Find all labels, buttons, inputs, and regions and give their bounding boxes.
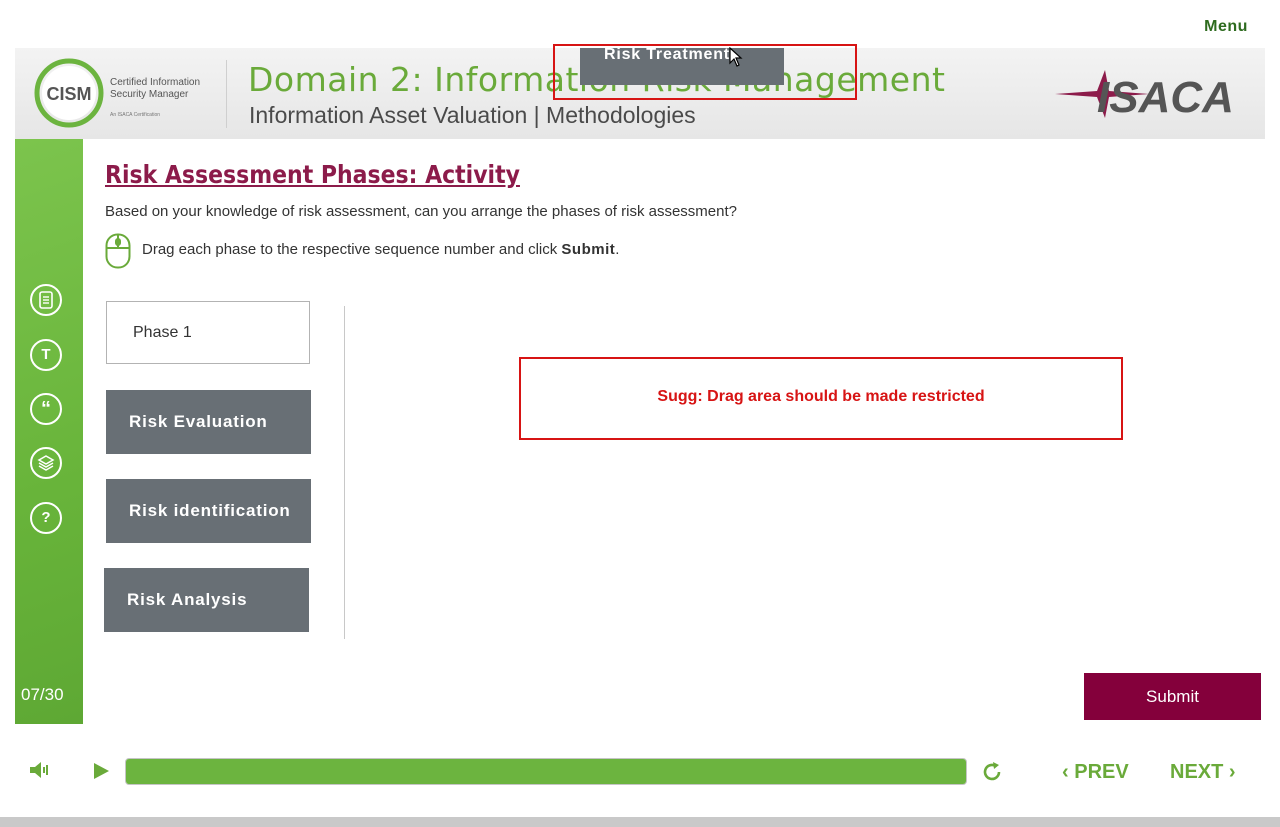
progress-bar[interactable] [125, 758, 967, 785]
window-bottom-bar [0, 817, 1280, 827]
drag-area-divider [344, 306, 345, 639]
instruction-suffix: . [615, 241, 620, 258]
cism-wordmark: Certified Information Security Manager [110, 77, 200, 101]
cism-logo-text: CISM [47, 84, 92, 104]
next-button[interactable]: NEXT › [1170, 758, 1236, 786]
cism-line1: Certified Information [110, 77, 201, 88]
quote-icon[interactable]: “ [30, 393, 62, 425]
help-icon[interactable]: ? [30, 502, 62, 534]
drop-slot-phase-1[interactable]: Phase 1 [106, 301, 310, 364]
menu-link[interactable]: Menu [1196, 16, 1256, 38]
instruction-text: Drag each phase to the respective sequen… [142, 241, 619, 258]
volume-icon[interactable] [29, 760, 51, 780]
isaca-logo-text: ISACA [1097, 73, 1233, 120]
instruction-submit-word: Submit [561, 241, 616, 258]
submit-button[interactable]: Submit [1084, 673, 1261, 720]
cism-tagline: An ISACA Certification [110, 112, 161, 118]
prev-label: PREV [1074, 761, 1129, 783]
activity-question: Based on your knowledge of risk assessme… [105, 203, 737, 220]
cism-line2: Security Manager [110, 89, 189, 100]
page-subtitle: Information Asset Valuation | Methodolog… [249, 102, 696, 128]
notes-icon[interactable] [30, 284, 62, 316]
sidebar: T “ ? 07/30 [15, 139, 83, 724]
transcript-icon[interactable]: T [30, 339, 62, 371]
prev-button[interactable]: ‹ PREV [1062, 758, 1129, 786]
replay-icon[interactable] [980, 760, 1004, 784]
play-icon[interactable] [92, 761, 110, 781]
annotation-note: Sugg: Drag area should be made restricte… [657, 388, 985, 405]
isaca-logo: ISACA [1055, 70, 1233, 120]
drag-item-risk-evaluation[interactable]: Risk Evaluation [106, 390, 311, 454]
drag-item-risk-analysis[interactable]: Risk Analysis [104, 568, 309, 632]
chevron-left-icon: ‹ [1062, 761, 1069, 783]
next-label: NEXT [1170, 761, 1224, 783]
chevron-right-icon: › [1228, 761, 1236, 783]
page-counter: 07/30 [21, 685, 64, 704]
cism-logo: CISM [34, 58, 104, 128]
mouse-icon [105, 233, 131, 269]
header-divider [226, 60, 227, 128]
annotation-highlight-dragged-item [553, 44, 857, 100]
activity-title: Risk Assessment Phases: Activity [105, 160, 520, 189]
drag-item-risk-identification[interactable]: Risk identification [106, 479, 311, 543]
progress-fill [126, 759, 966, 784]
instruction-prefix: Drag each phase to the respective sequen… [142, 241, 562, 258]
resources-icon[interactable] [30, 447, 62, 479]
